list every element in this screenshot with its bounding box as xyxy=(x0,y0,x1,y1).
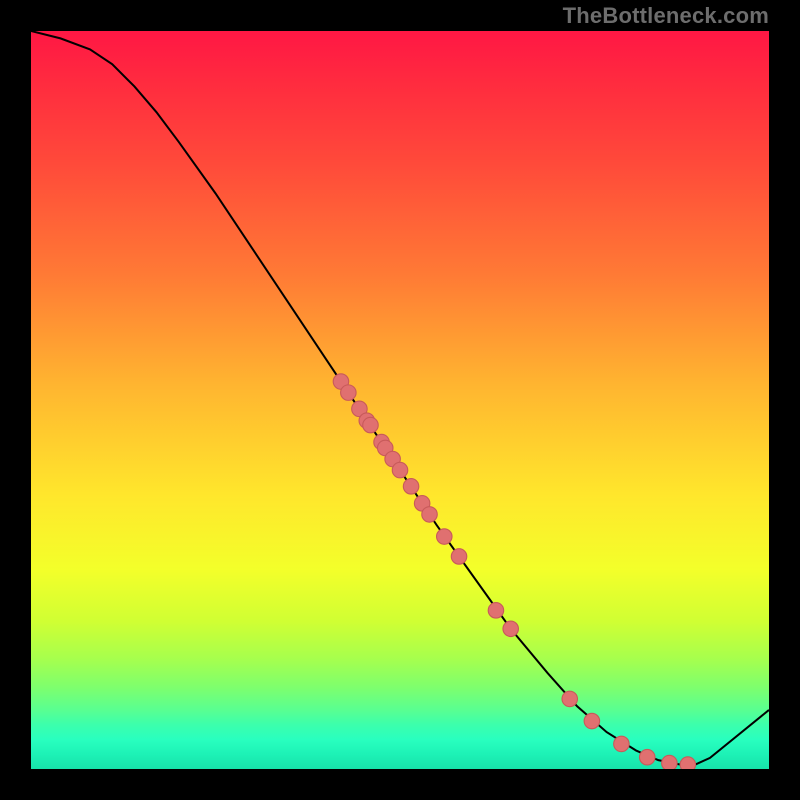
data-point xyxy=(422,507,437,522)
plot-area xyxy=(31,31,769,769)
data-point xyxy=(639,749,654,764)
data-point xyxy=(662,755,677,769)
chart-svg xyxy=(31,31,769,769)
data-point xyxy=(562,691,577,706)
data-point xyxy=(680,757,695,769)
data-point xyxy=(392,462,407,477)
chart-stage: TheBottleneck.com xyxy=(0,0,800,800)
data-point xyxy=(363,417,378,432)
data-point xyxy=(341,385,356,400)
scatter-points xyxy=(333,374,695,769)
data-point xyxy=(488,603,503,618)
data-point xyxy=(403,479,418,494)
data-point xyxy=(437,529,452,544)
data-point xyxy=(451,549,466,564)
watermark-text: TheBottleneck.com xyxy=(563,3,769,29)
data-point xyxy=(503,621,518,636)
data-point xyxy=(614,736,629,751)
line-curve xyxy=(31,31,769,765)
data-point xyxy=(584,713,599,728)
